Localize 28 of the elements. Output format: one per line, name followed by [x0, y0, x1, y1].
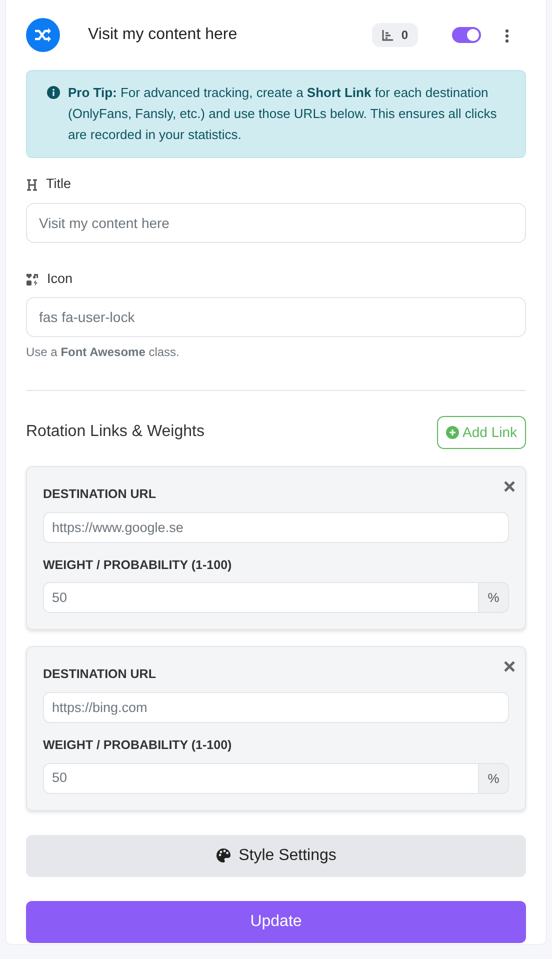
- add-link-button[interactable]: Add Link: [436, 416, 526, 449]
- percent-addon: %: [479, 582, 509, 614]
- chart-icon: [382, 30, 394, 40]
- url-input[interactable]: https://www.google.se: [43, 512, 509, 543]
- field-label: DESTINATION URL: [43, 666, 157, 684]
- text-input[interactable]: Visit my content here: [26, 202, 526, 243]
- toggle-switch[interactable]: [452, 27, 481, 43]
- weight-input[interactable]: 50: [43, 582, 479, 614]
- plus-icon: [446, 426, 459, 439]
- field-label: WEIGHT / PROBABILITY (1-100): [43, 737, 233, 754]
- field-label: DESTINATION URL: [43, 486, 157, 503]
- palette-icon: [216, 848, 231, 864]
- style-settings-button[interactable]: Style Settings: [26, 834, 526, 877]
- click-count: 0: [372, 23, 418, 47]
- field-label: Icon: [47, 270, 73, 288]
- section-heading: Rotation Links & Weights: [26, 422, 204, 442]
- tip-text: Pro Tip: For advanced tracking, create a Short Link for each destination (OnlyFans, Fansly, etc.) and use those URLs below. This ensures all clicks are recorded in your statistics.: [68, 84, 498, 144]
- help-text: Use a Font Awesome class.: [26, 344, 180, 361]
- field-label: WEIGHT / PROBABILITY (1-100): [43, 556, 233, 574]
- link-title: Visit my content here: [88, 25, 238, 45]
- field-label: Title: [46, 175, 72, 194]
- percent-addon: %: [479, 762, 509, 794]
- shuffle-icon: [26, 18, 60, 52]
- update-button[interactable]: Update: [26, 900, 526, 943]
- url-input[interactable]: https://bing.com: [43, 692, 509, 724]
- text-input[interactable]: fas fa-user-lock: [26, 296, 526, 337]
- weight-input[interactable]: 50: [43, 762, 479, 794]
- info-icon: [47, 86, 60, 99]
